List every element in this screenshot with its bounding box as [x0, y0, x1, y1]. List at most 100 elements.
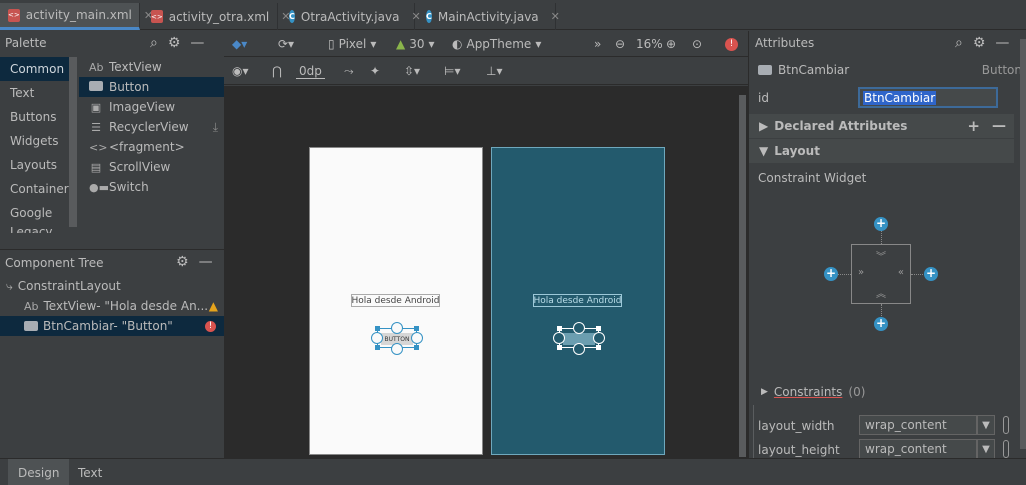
palette-item-button[interactable]: Button	[79, 77, 224, 97]
overflow-icon[interactable]: »	[594, 31, 601, 57]
resize-handle[interactable]	[596, 345, 601, 350]
constraint-handle-top[interactable]	[391, 322, 403, 334]
palette-item-fragment[interactable]: <> <fragment>	[79, 137, 224, 157]
add-icon[interactable]: +	[967, 117, 980, 135]
guidelines-icon[interactable]: ⊥▾	[486, 57, 502, 85]
layout-width-field[interactable]: wrap_content	[859, 415, 977, 435]
blueprint-button[interactable]	[553, 322, 605, 355]
blueprint-textview[interactable]: Hola desde Android	[533, 294, 622, 307]
add-left-constraint-icon[interactable]: +	[824, 267, 838, 281]
layers-icon[interactable]: ◆▾	[232, 31, 247, 57]
download-icon[interactable]: ⤓	[213, 120, 218, 135]
minimize-icon[interactable]: —	[190, 35, 204, 51]
layout-height-field[interactable]: wrap_content	[859, 439, 977, 459]
palette-item-imageview[interactable]: ▣ ImageView	[79, 97, 224, 117]
constraints-row[interactable]: ▶ Constraints (0)	[749, 382, 1014, 402]
palette-category-common[interactable]: Common	[0, 57, 69, 81]
design-preview[interactable]: Hola desde Android BUTTON	[309, 147, 483, 455]
canvas-button[interactable]: BUTTON	[371, 322, 423, 355]
resize-handle[interactable]	[414, 326, 419, 331]
pick-resource-icon[interactable]	[1003, 440, 1009, 458]
palette-item-textview[interactable]: Ab TextView	[79, 57, 224, 77]
zoom-out-icon[interactable]: ⊖	[615, 31, 625, 57]
add-bottom-constraint-icon[interactable]: +	[874, 317, 888, 331]
chevron-down-icon[interactable]: ▼	[977, 415, 995, 435]
blueprint-preview[interactable]: Hola desde Android	[491, 147, 665, 455]
add-right-constraint-icon[interactable]: +	[924, 267, 938, 281]
api-selector[interactable]: ▲ 30 ▾	[396, 31, 435, 57]
palette-scrollbar[interactable]	[69, 57, 77, 227]
close-icon[interactable]: ✕	[551, 10, 560, 23]
pick-resource-icon[interactable]	[1003, 416, 1009, 434]
palette-item-recyclerview[interactable]: ☰ RecyclerView ⤓	[79, 117, 224, 137]
resize-handle[interactable]	[414, 345, 419, 350]
palette-category-layouts[interactable]: Layouts	[0, 153, 69, 177]
gear-icon[interactable]: ⚙	[973, 35, 986, 51]
orientation-icon[interactable]: ⟳▾	[278, 31, 294, 57]
palette-category-google[interactable]: Google	[0, 201, 69, 225]
palette-category-widgets[interactable]: Widgets	[0, 129, 69, 153]
constraint-widget-box[interactable]: ︾ » « ︽	[851, 244, 911, 304]
default-margin[interactable]: 0dp	[296, 57, 325, 85]
constraint-handle-right[interactable]	[593, 332, 605, 344]
clear-constraints-icon[interactable]: ⤳	[344, 57, 354, 85]
remove-icon[interactable]: —	[992, 118, 1006, 134]
device-selector[interactable]: ▯ Pixel ▾	[328, 31, 376, 57]
constraint-handle-right[interactable]	[411, 332, 423, 344]
palette-item-switch[interactable]: ●▬ Switch	[79, 177, 224, 197]
layout-section[interactable]: ▼ Layout	[749, 139, 1014, 163]
search-icon[interactable]: ⌕	[150, 35, 158, 51]
tab-main-activity-java[interactable]: C MainActivity.java ✕	[418, 3, 560, 30]
tab-design[interactable]: Design	[8, 459, 70, 485]
resize-handle[interactable]	[375, 345, 380, 350]
minimize-icon[interactable]: —	[995, 35, 1009, 51]
palette-category-buttons[interactable]: Buttons	[0, 105, 69, 129]
gear-icon[interactable]: ⚙	[176, 254, 189, 270]
zoom-fit-icon[interactable]: ⊙	[692, 31, 702, 57]
resize-handle[interactable]	[557, 326, 562, 331]
attributes-scrollbar[interactable]	[1020, 39, 1026, 449]
id-field[interactable]: BtnCambiar	[858, 87, 998, 108]
constraint-handle-bottom[interactable]	[391, 343, 403, 355]
eye-icon[interactable]: ◉▾	[232, 57, 249, 85]
tab-otra-activity-java[interactable]: C OtraActivity.java ✕	[281, 3, 421, 30]
tab-activity-otra-xml[interactable]: <> activity_otra.xml ✕	[143, 3, 290, 30]
resize-handle[interactable]	[596, 326, 601, 331]
theme-selector[interactable]: ◐ AppTheme ▾	[452, 31, 541, 57]
constraint-handle-bottom[interactable]	[573, 343, 585, 355]
add-top-constraint-icon[interactable]: +	[874, 217, 888, 231]
tree-row-textview[interactable]: Ab TextView- "Hola desde An... ▲	[0, 296, 224, 316]
constraint-handle-top[interactable]	[573, 322, 585, 334]
tree-row-constraintlayout[interactable]: ⤷ ConstraintLayout	[0, 276, 224, 296]
pack-icon[interactable]: ⇳▾	[404, 57, 420, 85]
zoom-in-icon[interactable]: ⊕	[666, 31, 676, 57]
declared-attributes-section[interactable]: ▶ Declared Attributes + —	[749, 114, 1014, 138]
error-icon[interactable]: !	[205, 320, 216, 332]
align-icon[interactable]: ⊨▾	[444, 57, 460, 85]
canvas-textview[interactable]: Hola desde Android	[351, 294, 440, 307]
constraint-handle-left[interactable]	[553, 332, 565, 344]
theme-label: AppTheme	[466, 37, 532, 51]
gear-icon[interactable]: ⚙	[168, 35, 181, 51]
design-scrollbar[interactable]	[739, 95, 746, 457]
magnet-icon[interactable]: ⋂	[272, 57, 282, 85]
constraint-handle-left[interactable]	[371, 332, 383, 344]
palette-header: Palette ⌕ ⚙ —	[0, 31, 224, 55]
palette-category-legacy[interactable]: Legacy	[0, 225, 69, 233]
magic-wand-icon[interactable]: ✦	[370, 57, 380, 85]
design-surface[interactable]	[224, 86, 748, 458]
chevron-down-icon: ▾	[535, 37, 542, 51]
search-icon[interactable]: ⌕	[955, 35, 963, 51]
resize-handle[interactable]	[375, 326, 380, 331]
chevron-down-icon[interactable]: ▼	[977, 439, 995, 459]
palette-category-text[interactable]: Text	[0, 81, 69, 105]
tab-text[interactable]: Text	[68, 459, 112, 485]
tree-row-btncambiar[interactable]: BtnCambiar- "Button" !	[0, 316, 224, 336]
minimize-icon[interactable]: —	[199, 254, 213, 270]
palette-item-scrollview[interactable]: ▤ ScrollView	[79, 157, 224, 177]
resize-handle[interactable]	[557, 345, 562, 350]
error-icon[interactable]: !	[725, 31, 738, 57]
warning-icon[interactable]: ▲	[209, 299, 218, 313]
tab-activity-main-xml[interactable]: <> activity_main.xml ✕	[0, 3, 153, 30]
palette-category-containers[interactable]: Container	[0, 177, 69, 201]
